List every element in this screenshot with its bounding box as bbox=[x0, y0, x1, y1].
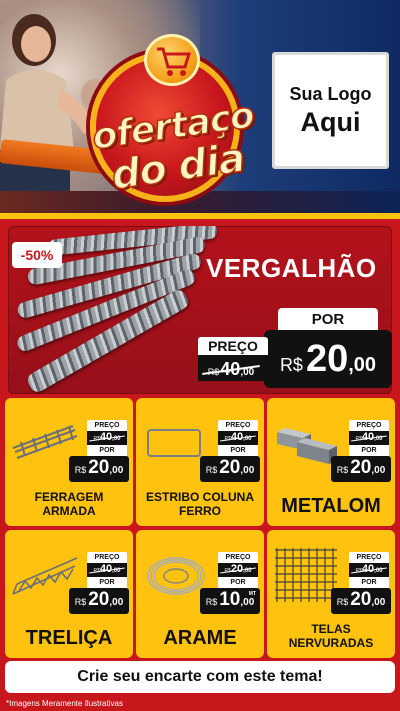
por-label: POR bbox=[349, 445, 389, 456]
por-label: POR bbox=[218, 445, 258, 456]
por-label: POR bbox=[87, 445, 127, 456]
logo-placeholder[interactable]: Sua Logo Aqui bbox=[272, 52, 389, 169]
product-card-ferragem[interactable]: PREÇO R$40,00 POR R$20,00 FERRAGEM ARMAD… bbox=[5, 398, 133, 526]
price-unit: MT bbox=[248, 591, 256, 597]
preco-label: PREÇO bbox=[87, 420, 127, 431]
logo-text-line1: Sua Logo bbox=[289, 83, 372, 104]
old-price: R$40,00 bbox=[218, 431, 258, 445]
featured-title: VERGALHÃO bbox=[206, 253, 377, 283]
currency-symbol: R$ bbox=[74, 465, 87, 475]
price: R$ 20,00 bbox=[331, 588, 391, 614]
price-integer: 20 bbox=[350, 457, 372, 478]
divider-strip bbox=[0, 213, 400, 219]
preco-label: PREÇO bbox=[218, 552, 258, 563]
product-name: ARAME bbox=[163, 627, 237, 649]
price-decimal: ,00 bbox=[348, 354, 377, 376]
por-label: POR bbox=[349, 577, 389, 588]
product-card-telas[interactable]: PREÇO R$40,00 POR R$20,00 TELAS NERVURAD… bbox=[267, 530, 395, 658]
price-decimal: ,00 bbox=[371, 465, 386, 476]
price: R$ 20,00 bbox=[331, 456, 391, 482]
product-name: FERRAGEM ARMADA bbox=[34, 490, 104, 519]
price-decimal: ,00 bbox=[240, 465, 255, 476]
price-integer: 20 bbox=[88, 589, 110, 610]
price-integer: 20 bbox=[88, 457, 110, 478]
preco-label: PREÇO bbox=[87, 552, 127, 563]
product-name: ESTRIBO COLUNA FERRO bbox=[146, 490, 254, 519]
preco-label: PREÇO bbox=[349, 420, 389, 431]
price: R$ 20,00 bbox=[69, 456, 129, 482]
product-card-metalom[interactable]: PREÇO R$40,00 POR R$20,00 METALOM bbox=[267, 398, 395, 526]
featured-old-price: R$40,00 bbox=[198, 355, 264, 381]
price-decimal: ,00 bbox=[371, 597, 386, 608]
disclaimer-text: *Imagens Meramente Ilustrativas bbox=[6, 699, 123, 708]
product-card-estribo[interactable]: PREÇO R$40,00 POR R$20,00 ESTRIBO COLUNA… bbox=[136, 398, 264, 526]
price-integer: 10 bbox=[219, 589, 241, 610]
logo-text-line2: Aqui bbox=[300, 106, 361, 137]
old-price: R$40,00 bbox=[349, 431, 389, 445]
product-name: TELAS NERVURADAS bbox=[288, 622, 374, 651]
price-integer: 20 bbox=[219, 457, 241, 478]
featured-preco-label: PREÇO bbox=[198, 337, 268, 355]
featured-por-label: POR bbox=[278, 308, 378, 330]
featured-price: R$ 20,00 bbox=[264, 330, 392, 388]
currency-symbol: R$ bbox=[336, 465, 349, 475]
price: R$ 20,00 bbox=[200, 456, 260, 482]
old-price: R$20,00 bbox=[218, 563, 258, 577]
old-price: R$40,00 bbox=[87, 431, 127, 445]
por-label: POR bbox=[218, 577, 258, 588]
old-price: R$40,00 bbox=[87, 563, 127, 577]
create-flyer-button[interactable]: Crie seu encarte com este tema! bbox=[5, 661, 395, 693]
price: R$ 10,00 MT bbox=[200, 588, 260, 614]
price-integer: 20 bbox=[350, 589, 372, 610]
price-decimal: ,00 bbox=[109, 597, 124, 608]
product-card-trelica[interactable]: PREÇO R$40,00 POR R$20,00 TRELIÇA bbox=[5, 530, 133, 658]
hero-banner: ofertaço do dia Sua Logo Aqui bbox=[0, 0, 400, 213]
ofertaco-badge: ofertaço do dia bbox=[78, 34, 268, 209]
old-price: R$40,00 bbox=[349, 563, 389, 577]
currency-symbol: R$ bbox=[205, 465, 218, 475]
currency-symbol: R$ bbox=[336, 597, 349, 607]
price-integer: 20 bbox=[305, 338, 349, 380]
por-label: POR bbox=[87, 577, 127, 588]
shopping-cart-icon bbox=[144, 34, 200, 86]
discount-badge: -50% bbox=[12, 242, 62, 268]
preco-label: PREÇO bbox=[218, 420, 258, 431]
price: R$ 20,00 bbox=[69, 588, 129, 614]
price-decimal: ,00 bbox=[240, 597, 255, 608]
currency-symbol: R$ bbox=[74, 597, 87, 607]
product-name: TRELIÇA bbox=[25, 627, 113, 649]
price-decimal: ,00 bbox=[109, 465, 124, 476]
product-name: METALOM bbox=[281, 495, 381, 517]
currency-symbol: R$ bbox=[279, 355, 303, 375]
product-card-arame[interactable]: PREÇO R$20,00 POR R$10,00MT ARAME bbox=[136, 530, 264, 658]
currency-symbol: R$ bbox=[205, 597, 218, 607]
preco-label: PREÇO bbox=[349, 552, 389, 563]
